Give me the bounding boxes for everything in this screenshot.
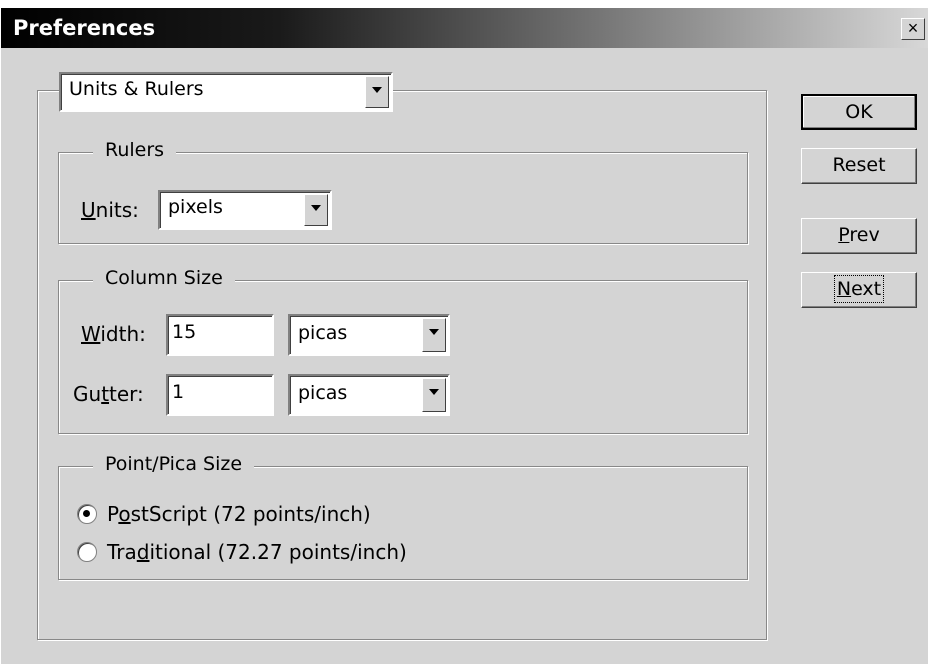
- reset-button-label: Reset: [832, 154, 886, 176]
- prev-button-mnemonic: P: [838, 224, 850, 246]
- section-select-value: Units & Rulers: [69, 78, 204, 100]
- units-select-value: pixels: [168, 196, 223, 218]
- traditional-label-mnemonic: d: [136, 540, 150, 564]
- next-button-rest: ext: [851, 278, 882, 300]
- section-select[interactable]: Units & Rulers: [59, 72, 393, 112]
- chevron-down-icon[interactable]: [304, 194, 328, 226]
- traditional-radio[interactable]: [77, 542, 97, 562]
- units-label-mnemonic: U: [81, 198, 96, 222]
- gutter-label: Gutter:: [73, 382, 144, 406]
- point-pica-legend: Point/Pica Size: [93, 453, 255, 475]
- gutter-value: 1: [172, 381, 185, 403]
- ok-button[interactable]: OK: [801, 94, 917, 130]
- gutter-unit-select[interactable]: picas: [288, 374, 450, 416]
- gutter-label-mnemonic: t: [101, 382, 110, 406]
- reset-button[interactable]: Reset: [801, 148, 917, 184]
- traditional-label[interactable]: Traditional (72.27 points/inch): [107, 540, 407, 564]
- next-button-label: Next: [833, 275, 885, 303]
- traditional-label-pre: Tra: [107, 540, 137, 564]
- traditional-label-rest: itional (72.27 points/inch): [149, 540, 407, 564]
- gutter-label-rest: ter:: [109, 382, 144, 406]
- width-label-rest: idth:: [100, 322, 146, 346]
- prev-button[interactable]: Prev: [801, 218, 917, 254]
- width-unit-value: picas: [298, 322, 348, 344]
- postscript-radio[interactable]: [77, 504, 97, 524]
- gutter-unit-value: picas: [298, 382, 348, 404]
- postscript-label-mnemonic: o: [118, 502, 131, 526]
- chevron-down-icon[interactable]: [365, 76, 389, 108]
- column-size-legend: Column Size: [93, 267, 235, 289]
- units-select[interactable]: pixels: [158, 190, 332, 230]
- units-label: Units:: [81, 198, 139, 222]
- gutter-label-pre: Gu: [73, 382, 102, 406]
- preferences-dialog: Preferences × Units & Rulers Rulers Unit…: [0, 8, 928, 664]
- ok-button-label: OK: [845, 101, 873, 123]
- next-button[interactable]: Next: [801, 272, 917, 308]
- width-label-mnemonic: W: [81, 322, 101, 346]
- chevron-down-icon[interactable]: [422, 318, 446, 352]
- chevron-down-icon[interactable]: [422, 378, 446, 412]
- close-button[interactable]: ×: [901, 18, 925, 40]
- width-unit-select[interactable]: picas: [288, 314, 450, 356]
- postscript-label-rest: stScript (72 points/inch): [130, 502, 371, 526]
- dialog-title: Preferences: [13, 16, 156, 40]
- width-label: Width:: [81, 322, 146, 346]
- width-field[interactable]: 15: [166, 314, 274, 356]
- prev-button-label: Prev: [838, 224, 879, 246]
- next-button-mnemonic: N: [836, 278, 852, 300]
- title-bar[interactable]: Preferences ×: [1, 8, 928, 48]
- units-label-rest: nits:: [95, 198, 139, 222]
- postscript-label[interactable]: PostScript (72 points/inch): [107, 502, 371, 526]
- prev-button-rest: rev: [849, 224, 880, 246]
- postscript-label-pre: P: [107, 502, 119, 526]
- rulers-legend: Rulers: [93, 139, 177, 161]
- width-value: 15: [172, 321, 197, 343]
- gutter-field[interactable]: 1: [166, 374, 274, 416]
